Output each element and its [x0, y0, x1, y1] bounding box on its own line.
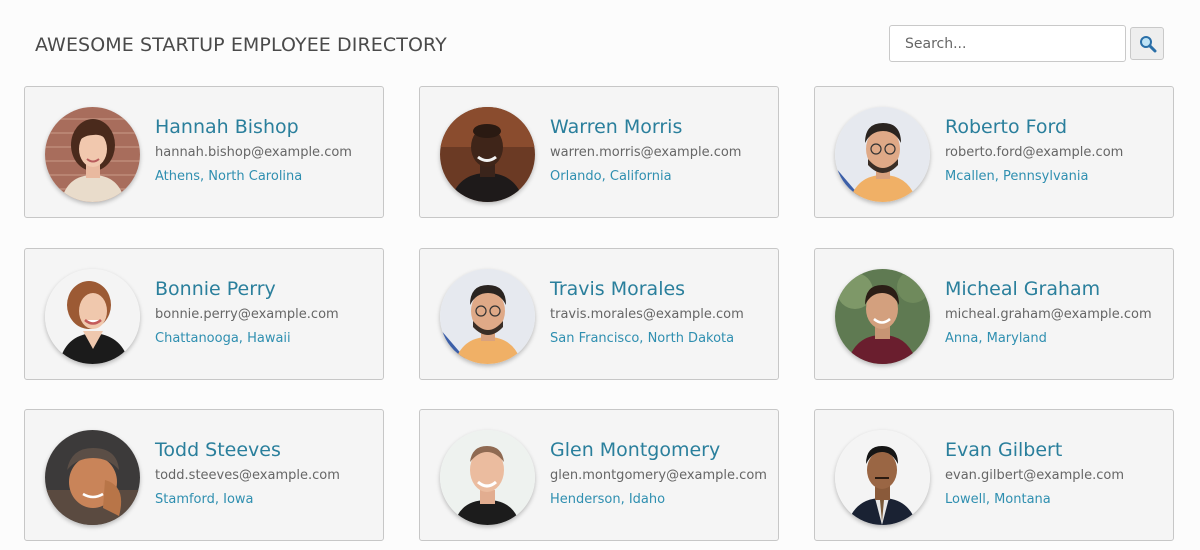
- employee-email: bonnie.perry@example.com: [155, 307, 339, 322]
- avatar: [440, 269, 535, 364]
- employee-email: roberto.ford@example.com: [945, 145, 1124, 160]
- employee-info: Roberto Ford roberto.ford@example.com Mc…: [945, 115, 1170, 186]
- employee-email: micheal.graham@example.com: [945, 307, 1152, 322]
- avatar: [45, 430, 140, 525]
- employee-card[interactable]: Evan Gilbert evan.gilbert@example.com Lo…: [814, 409, 1174, 541]
- page-header: AWESOME STARTUP EMPLOYEE DIRECTORY: [0, 0, 1200, 86]
- employee-location: San Francisco, North Dakota: [550, 331, 735, 346]
- employee-email: evan.gilbert@example.com: [945, 468, 1125, 483]
- search-button[interactable]: [1130, 27, 1164, 60]
- avatar: [440, 107, 535, 202]
- employee-info: Micheal Graham micheal.graham@example.co…: [945, 277, 1170, 348]
- avatar: [835, 430, 930, 525]
- employee-location: Orlando, California: [550, 169, 672, 184]
- employee-name: Travis Morales: [550, 278, 686, 300]
- employee-info: Warren Morris warren.morris@example.com …: [550, 115, 775, 186]
- employee-location: Chattanooga, Hawaii: [155, 331, 291, 346]
- employee-location: Athens, North Carolina: [155, 169, 303, 184]
- employee-card[interactable]: Roberto Ford roberto.ford@example.com Mc…: [814, 86, 1174, 218]
- avatar: [45, 269, 140, 364]
- employee-info: Todd Steeves todd.steeves@example.com St…: [155, 438, 380, 509]
- employee-location: Stamford, Iowa: [155, 492, 254, 507]
- employee-info: Bonnie Perry bonnie.perry@example.com Ch…: [155, 277, 380, 348]
- employee-location: Lowell, Montana: [945, 492, 1051, 507]
- employee-location: Mcallen, Pennsylvania: [945, 169, 1089, 184]
- employee-name: Roberto Ford: [945, 116, 1068, 138]
- employee-info: Evan Gilbert evan.gilbert@example.com Lo…: [945, 438, 1170, 509]
- page-title: AWESOME STARTUP EMPLOYEE DIRECTORY: [35, 34, 447, 56]
- employee-card[interactable]: Travis Morales travis.morales@example.co…: [419, 248, 779, 380]
- employee-name: Todd Steeves: [155, 439, 281, 461]
- employee-card[interactable]: Glen Montgomery glen.montgomery@example.…: [419, 409, 779, 541]
- employee-card[interactable]: Bonnie Perry bonnie.perry@example.com Ch…: [24, 248, 384, 380]
- employee-email: travis.morales@example.com: [550, 307, 744, 322]
- avatar: [45, 107, 140, 202]
- magnifier-icon: [1140, 36, 1157, 53]
- employee-name: Hannah Bishop: [155, 116, 299, 138]
- employee-email: hannah.bishop@example.com: [155, 145, 352, 160]
- employee-name: Glen Montgomery: [550, 439, 721, 461]
- employee-name: Micheal Graham: [945, 278, 1101, 300]
- employee-email: todd.steeves@example.com: [155, 468, 340, 483]
- avatar: [440, 430, 535, 525]
- employee-info: Glen Montgomery glen.montgomery@example.…: [550, 438, 775, 509]
- avatar: [835, 107, 930, 202]
- employee-card[interactable]: Hannah Bishop hannah.bishop@example.com …: [24, 86, 384, 218]
- employee-email: warren.morris@example.com: [550, 145, 742, 160]
- search-input[interactable]: [889, 25, 1126, 62]
- employee-card[interactable]: Micheal Graham micheal.graham@example.co…: [814, 248, 1174, 380]
- employee-location: Henderson, Idaho: [550, 492, 666, 507]
- employee-card[interactable]: Todd Steeves todd.steeves@example.com St…: [24, 409, 384, 541]
- avatar: [835, 269, 930, 364]
- employee-name: Evan Gilbert: [945, 439, 1063, 461]
- employee-name: Bonnie Perry: [155, 278, 276, 300]
- employee-location: Anna, Maryland: [945, 331, 1047, 346]
- employee-name: Warren Morris: [550, 116, 683, 138]
- employee-email: glen.montgomery@example.com: [550, 468, 767, 483]
- employee-info: Travis Morales travis.morales@example.co…: [550, 277, 775, 348]
- employee-info: Hannah Bishop hannah.bishop@example.com …: [155, 115, 380, 186]
- employee-card[interactable]: Warren Morris warren.morris@example.com …: [419, 86, 779, 218]
